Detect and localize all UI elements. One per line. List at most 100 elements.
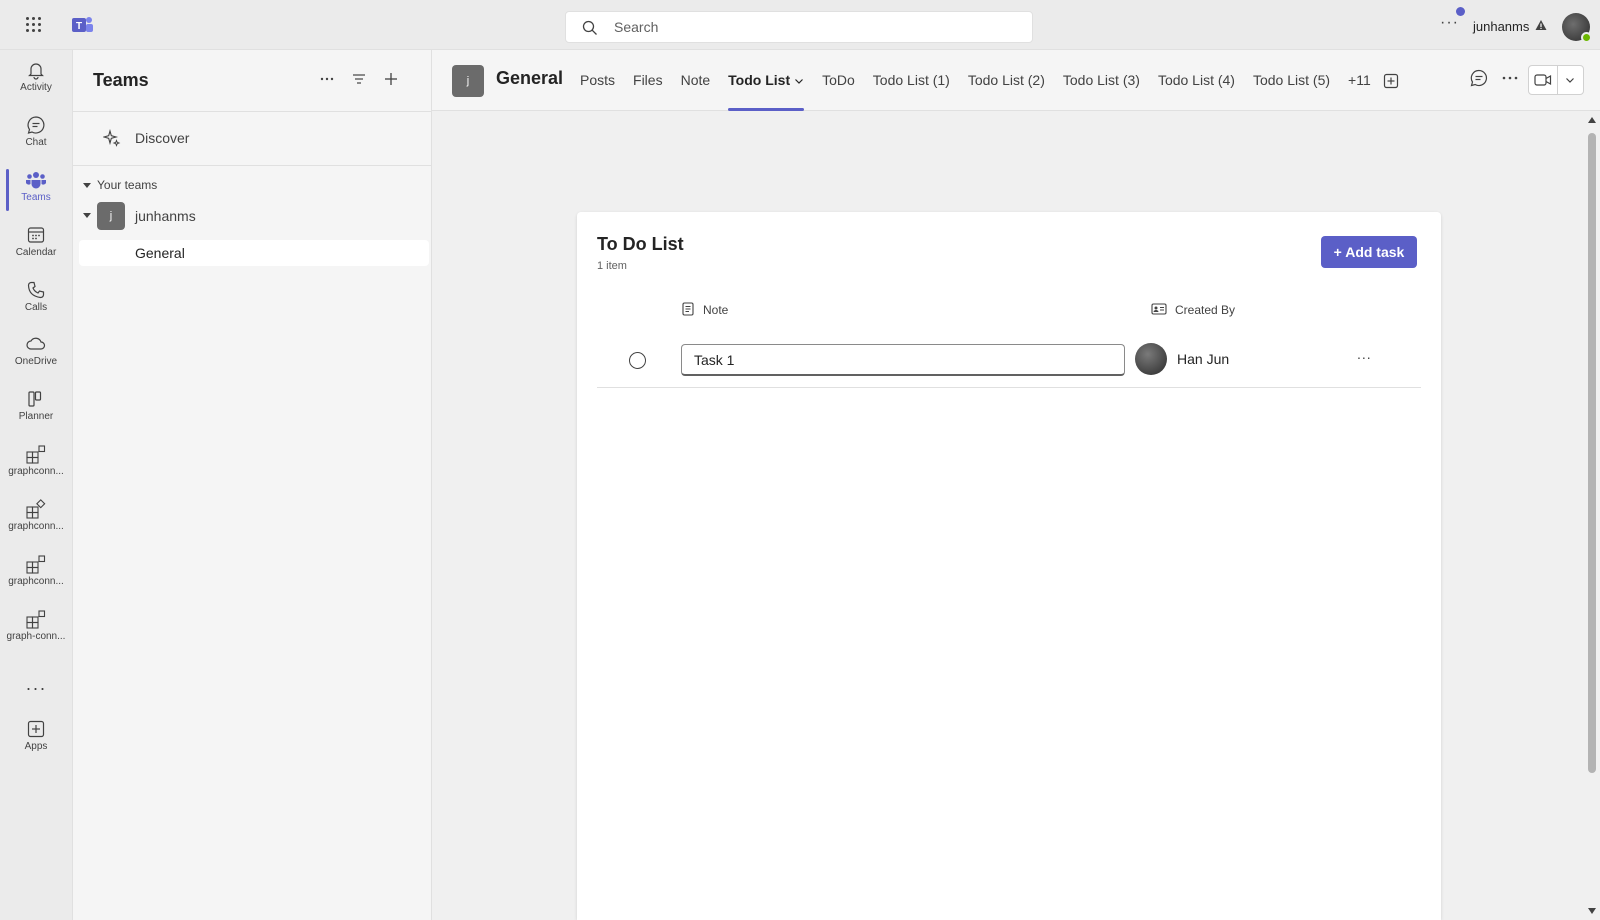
phone-icon: [27, 281, 45, 299]
todo-title: To Do List: [597, 234, 684, 254]
rail-item-teams[interactable]: Teams: [0, 164, 72, 216]
search-icon: [582, 20, 597, 35]
team-avatar: j: [97, 202, 125, 230]
your-teams-label: Your teams: [97, 178, 158, 192]
todo-list-card: To Do List 1 item + Add task Note Create…: [577, 212, 1441, 920]
rail-item-activity[interactable]: Activity: [0, 54, 72, 106]
video-camera-icon: [1534, 74, 1552, 86]
rail-item-onedrive[interactable]: OneDrive: [0, 328, 72, 380]
tab-posts[interactable]: Posts: [580, 50, 615, 111]
rail-item-graphconn-1[interactable]: graphconn...: [0, 438, 72, 490]
sparkle-icon: [103, 129, 121, 147]
search-input[interactable]: [614, 12, 1014, 42]
app-icon: [26, 555, 46, 574]
task-input[interactable]: [681, 344, 1125, 376]
rail-label: graphconn...: [8, 466, 64, 477]
divider: [1557, 66, 1558, 94]
tab-bar: Posts Files Note Todo List ToDo Todo Lis…: [580, 50, 1399, 111]
table-row: Han Jun ...: [597, 332, 1421, 388]
rail-item-planner[interactable]: Planner: [0, 383, 72, 435]
channel-avatar: j: [452, 65, 484, 97]
filter-icon[interactable]: [345, 68, 373, 96]
add-tab-icon[interactable]: [1383, 73, 1399, 89]
meet-button[interactable]: [1528, 65, 1584, 95]
chevron-down-icon: [83, 213, 91, 218]
tab-todo[interactable]: ToDo: [822, 50, 855, 111]
tab-label: Todo List: [728, 72, 791, 88]
discover-label: Discover: [135, 130, 190, 146]
pane-title: Teams: [93, 70, 149, 90]
tab-todo-list-1[interactable]: Todo List (1): [873, 50, 950, 111]
user-avatar[interactable]: [1562, 13, 1592, 43]
top-bar: T ··· junhanms: [0, 0, 1600, 50]
column-label: Created By: [1175, 303, 1236, 317]
add-task-button[interactable]: + Add task: [1321, 236, 1417, 268]
rail-label: graphconn...: [8, 521, 64, 532]
contact-card-icon: [1151, 303, 1167, 315]
scroll-down-icon[interactable]: [1588, 908, 1596, 914]
tab-overflow[interactable]: +11: [1348, 50, 1371, 111]
complete-checkbox[interactable]: [629, 352, 646, 369]
channel-title: General: [496, 68, 564, 88]
your-teams-header[interactable]: Your teams: [83, 178, 157, 192]
more-options-icon[interactable]: [313, 68, 341, 96]
teams-pane: Teams Discover Your teams j junhanms Gen…: [72, 50, 432, 920]
rail-item-calendar[interactable]: Calendar: [0, 219, 72, 271]
rail-label: Activity: [20, 82, 52, 93]
app-launcher-icon[interactable]: [26, 17, 42, 33]
tab-todo-list-5[interactable]: Todo List (5): [1253, 50, 1330, 111]
tab-todo-list-4[interactable]: Todo List (4): [1158, 50, 1235, 111]
team-name: junhanms: [135, 208, 196, 224]
channel-name: General: [135, 245, 185, 261]
teams-icon: [26, 172, 46, 189]
rail-label: Calendar: [15, 247, 57, 258]
scrollbar-thumb[interactable]: [1588, 133, 1596, 773]
rail-item-calls[interactable]: Calls: [0, 274, 72, 326]
team-item-junhanms[interactable]: j junhanms: [83, 200, 423, 232]
username-label[interactable]: junhanms: [1473, 19, 1529, 34]
teams-logo-icon: T: [72, 17, 93, 32]
item-count: 1 item: [597, 260, 627, 272]
scrollbar[interactable]: [1584, 111, 1600, 920]
app-icon: [26, 610, 46, 629]
tab-note[interactable]: Note: [681, 50, 711, 111]
svg-text:T: T: [76, 21, 82, 32]
app-icon: [26, 445, 46, 464]
row-more-button[interactable]: ...: [1357, 346, 1372, 362]
rail-item-chat[interactable]: Chat: [0, 109, 72, 161]
more-options-icon[interactable]: ···: [1440, 14, 1459, 32]
rail-item-graph-conn[interactable]: graph-conn...: [0, 603, 72, 655]
notification-dot: [1456, 7, 1465, 16]
more-options-icon[interactable]: [1500, 68, 1520, 88]
rail-label: Chat: [25, 137, 47, 148]
conversation-icon[interactable]: [1469, 68, 1489, 88]
rail-label: OneDrive: [14, 356, 58, 367]
tab-todo-list-2[interactable]: Todo List (2): [968, 50, 1045, 111]
tab-todo-list-3[interactable]: Todo List (3): [1063, 50, 1140, 111]
rail-item-apps[interactable]: Apps: [0, 713, 72, 765]
add-icon[interactable]: [377, 68, 405, 96]
presence-available-icon: [1581, 32, 1592, 43]
rail-label: Teams: [21, 192, 51, 203]
app-icon: [26, 499, 46, 519]
column-label: Note: [703, 303, 729, 317]
planner-icon: [28, 391, 42, 407]
tab-todo-list[interactable]: Todo List: [728, 50, 805, 111]
bell-icon: [28, 63, 44, 80]
rail-item-graphconn-3[interactable]: graphconn...: [0, 548, 72, 600]
rail-label: Planner: [18, 411, 54, 422]
rail-item-graphconn-2[interactable]: graphconn...: [0, 493, 72, 545]
channel-item-general[interactable]: General: [79, 240, 429, 266]
tab-files[interactable]: Files: [633, 50, 663, 111]
chevron-down-icon: [83, 183, 91, 189]
search-box[interactable]: [565, 11, 1033, 43]
rail-label: graph-conn...: [6, 631, 66, 642]
app-rail: Activity Chat Teams Calendar Calls OneDr…: [0, 50, 72, 920]
divider: [73, 111, 432, 112]
chevron-down-icon: [795, 79, 804, 85]
avatar: [1135, 343, 1167, 375]
scroll-up-icon[interactable]: [1588, 117, 1596, 123]
more-apps-icon[interactable]: ···: [0, 678, 72, 699]
chevron-down-icon[interactable]: [1565, 75, 1575, 85]
calendar-icon: [27, 227, 45, 243]
